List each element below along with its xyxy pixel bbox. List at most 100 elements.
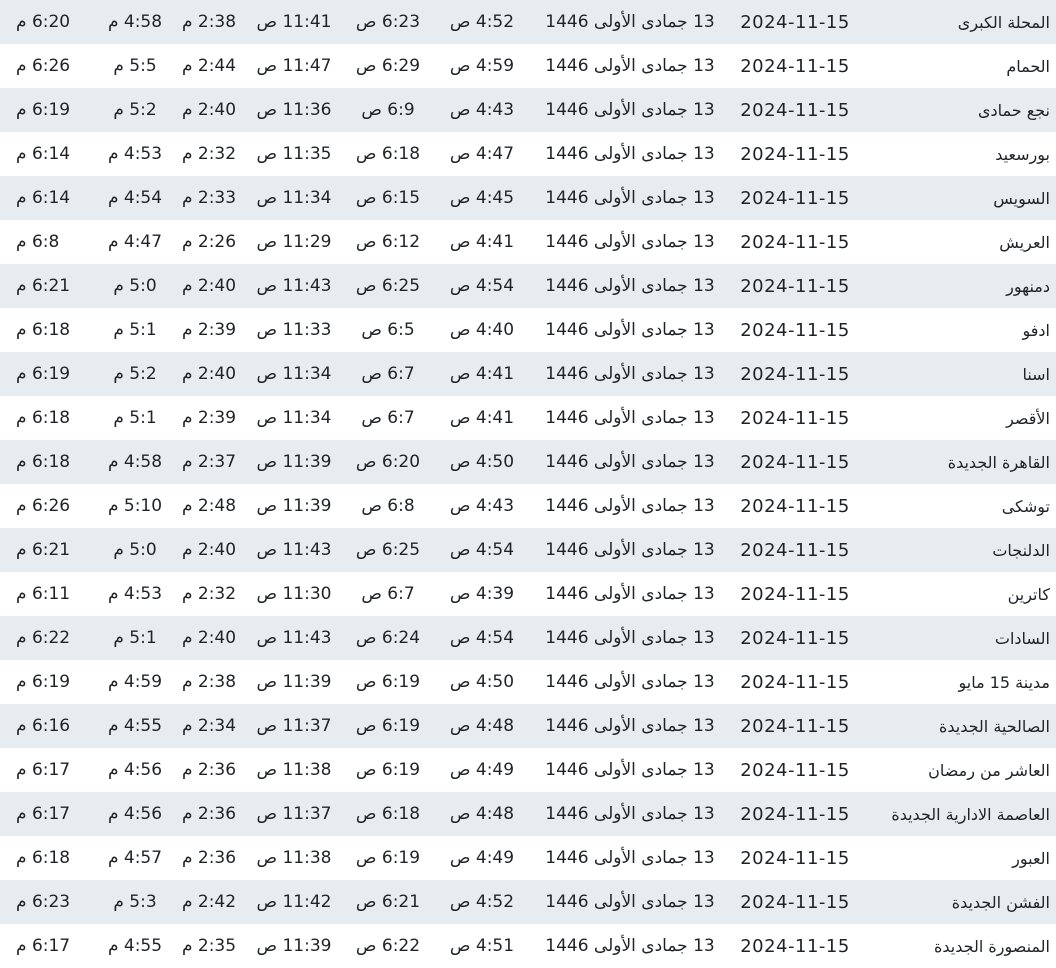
maghrib-time-cell: 4:58 م: [107, 452, 163, 472]
maghrib-time-cell: 5:1 م: [113, 628, 157, 648]
isha-time-cell: 6:16 م: [16, 716, 71, 736]
dhuhr-time-cell: 11:37 ص: [256, 716, 332, 736]
isha-time-cell: 6:18 م: [16, 320, 71, 340]
fajr-time-cell: 4:54 ص: [449, 276, 515, 296]
sunrise-time-cell: 6:20 ص: [355, 452, 421, 472]
gregorian-date-cell: 2024-11-15: [740, 187, 850, 209]
fajr-time-cell: 4:41 ص: [449, 408, 515, 428]
table-row: العريش 2024-11-15 13 جمادى الأولى 1446 4:41…: [0, 220, 1056, 264]
table-row: دمنهور 2024-11-15 13 جمادى الأولى 1446 4:54…: [0, 264, 1056, 308]
hijri-date-cell: 13 جمادى الأولى 1446: [545, 452, 715, 472]
sunrise-time-cell: 6:15 ص: [355, 188, 421, 208]
fajr-time-cell: 4:54 ص: [449, 628, 515, 648]
gregorian-date-cell: 2024-11-15: [740, 55, 850, 77]
isha-time-cell: 6:14 م: [16, 188, 71, 208]
asr-time-cell: 2:36 م: [181, 848, 237, 868]
dhuhr-time-cell: 11:30 ص: [256, 584, 332, 604]
fajr-time-cell: 4:59 ص: [449, 56, 515, 76]
city-cell: الحمام: [1006, 56, 1050, 76]
maghrib-time-cell: 4:53 م: [107, 584, 163, 604]
fajr-time-cell: 4:47 ص: [449, 144, 515, 164]
dhuhr-time-cell: 11:34 ص: [256, 364, 332, 384]
dhuhr-time-cell: 11:43 ص: [256, 628, 332, 648]
dhuhr-time-cell: 11:39 ص: [256, 672, 332, 692]
city-cell: بورسعيد: [995, 144, 1050, 164]
hijri-date-cell: 13 جمادى الأولى 1446: [545, 628, 715, 648]
sunrise-time-cell: 6:7 ص: [361, 364, 415, 384]
hijri-date-cell: 13 جمادى الأولى 1446: [545, 320, 715, 340]
maghrib-time-cell: 4:59 م: [107, 672, 163, 692]
fajr-time-cell: 4:49 ص: [449, 848, 515, 868]
sunrise-time-cell: 6:25 ص: [355, 276, 421, 296]
gregorian-date-cell: 2024-11-15: [740, 275, 850, 297]
hijri-date-cell: 13 جمادى الأولى 1446: [545, 188, 715, 208]
maghrib-time-cell: 4:57 م: [107, 848, 163, 868]
fajr-time-cell: 4:41 ص: [449, 364, 515, 384]
hijri-date-cell: 13 جمادى الأولى 1446: [545, 232, 715, 252]
maghrib-time-cell: 4:54 م: [107, 188, 163, 208]
asr-time-cell: 2:39 م: [181, 320, 237, 340]
city-cell: السادات: [994, 628, 1050, 648]
table-row: ادفو 2024-11-15 13 جمادى الأولى 1446 4:40 ص…: [0, 308, 1056, 352]
gregorian-date-cell: 2024-11-15: [740, 451, 850, 473]
dhuhr-time-cell: 11:47 ص: [256, 56, 332, 76]
gregorian-date-cell: 2024-11-15: [740, 891, 850, 913]
table-row: المحلة الكبرى 2024-11-15 13 جمادى الأولى 1…: [0, 0, 1056, 44]
fajr-time-cell: 4:48 ص: [449, 804, 515, 824]
fajr-time-cell: 4:39 ص: [449, 584, 515, 604]
fajr-time-cell: 4:41 ص: [449, 232, 515, 252]
asr-time-cell: 2:36 م: [181, 804, 237, 824]
city-cell: الأقصر: [1006, 408, 1050, 428]
sunrise-time-cell: 6:23 ص: [355, 12, 421, 32]
asr-time-cell: 2:36 م: [181, 760, 237, 780]
table-row: توشكى 2024-11-15 13 جمادى الأولى 1446 4:43 …: [0, 484, 1056, 528]
dhuhr-time-cell: 11:42 ص: [256, 892, 332, 912]
sunrise-time-cell: 6:9 ص: [361, 100, 415, 120]
gregorian-date-cell: 2024-11-15: [740, 363, 850, 385]
maghrib-time-cell: 5:0 م: [113, 540, 157, 560]
asr-time-cell: 2:42 م: [181, 892, 237, 912]
sunrise-time-cell: 6:7 ص: [361, 408, 415, 428]
isha-time-cell: 6:11 م: [16, 584, 71, 604]
city-cell: دمنهور: [1006, 276, 1050, 296]
hijri-date-cell: 13 جمادى الأولى 1446: [545, 936, 715, 956]
table-row: مدينة 15 مايو 2024-11-15 13 جمادى الأولى 1…: [0, 660, 1056, 704]
city-cell: الفشن الجديدة: [951, 892, 1050, 912]
sunrise-time-cell: 6:18 ص: [355, 804, 421, 824]
fajr-time-cell: 4:51 ص: [449, 936, 515, 956]
table-row: القاهرة الجديدة 2024-11-15 13 جمادى الأولى…: [0, 440, 1056, 484]
isha-time-cell: 6:17 م: [16, 804, 71, 824]
table-row: العبور 2024-11-15 13 جمادى الأولى 1446 4:49…: [0, 836, 1056, 880]
dhuhr-time-cell: 11:33 ص: [256, 320, 332, 340]
asr-time-cell: 2:40 م: [181, 540, 237, 560]
hijri-date-cell: 13 جمادى الأولى 1446: [545, 496, 715, 516]
table-row: الأقصر 2024-11-15 13 جمادى الأولى 1446 4:41…: [0, 396, 1056, 440]
maghrib-time-cell: 4:58 م: [107, 12, 163, 32]
table-row: الصالحية الجديدة 2024-11-15 13 جمادى الأول…: [0, 704, 1056, 748]
hijri-date-cell: 13 جمادى الأولى 1446: [545, 276, 715, 296]
dhuhr-time-cell: 11:41 ص: [256, 12, 332, 32]
asr-time-cell: 2:38 م: [181, 12, 237, 32]
sunrise-time-cell: 6:19 ص: [355, 672, 421, 692]
table-row: المنصورة الجديدة 2024-11-15 13 جمادى الأول…: [0, 924, 1056, 968]
maghrib-time-cell: 5:5 م: [113, 56, 157, 76]
table-row: السادات 2024-11-15 13 جمادى الأولى 1446 4:5…: [0, 616, 1056, 660]
hijri-date-cell: 13 جمادى الأولى 1446: [545, 716, 715, 736]
city-cell: القاهرة الجديدة: [947, 452, 1050, 472]
fajr-time-cell: 4:54 ص: [449, 540, 515, 560]
table-row: الفشن الجديدة 2024-11-15 13 جمادى الأولى 1…: [0, 880, 1056, 924]
maghrib-time-cell: 5:3 م: [113, 892, 157, 912]
maghrib-time-cell: 5:1 م: [113, 320, 157, 340]
dhuhr-time-cell: 11:35 ص: [256, 144, 332, 164]
gregorian-date-cell: 2024-11-15: [740, 539, 850, 561]
asr-time-cell: 2:33 م: [181, 188, 237, 208]
hijri-date-cell: 13 جمادى الأولى 1446: [545, 540, 715, 560]
gregorian-date-cell: 2024-11-15: [740, 715, 850, 737]
hijri-date-cell: 13 جمادى الأولى 1446: [545, 672, 715, 692]
maghrib-time-cell: 5:0 م: [113, 276, 157, 296]
isha-time-cell: 6:8 م: [16, 232, 60, 252]
hijri-date-cell: 13 جمادى الأولى 1446: [545, 760, 715, 780]
gregorian-date-cell: 2024-11-15: [740, 671, 850, 693]
hijri-date-cell: 13 جمادى الأولى 1446: [545, 892, 715, 912]
city-cell: توشكى: [1001, 496, 1050, 516]
